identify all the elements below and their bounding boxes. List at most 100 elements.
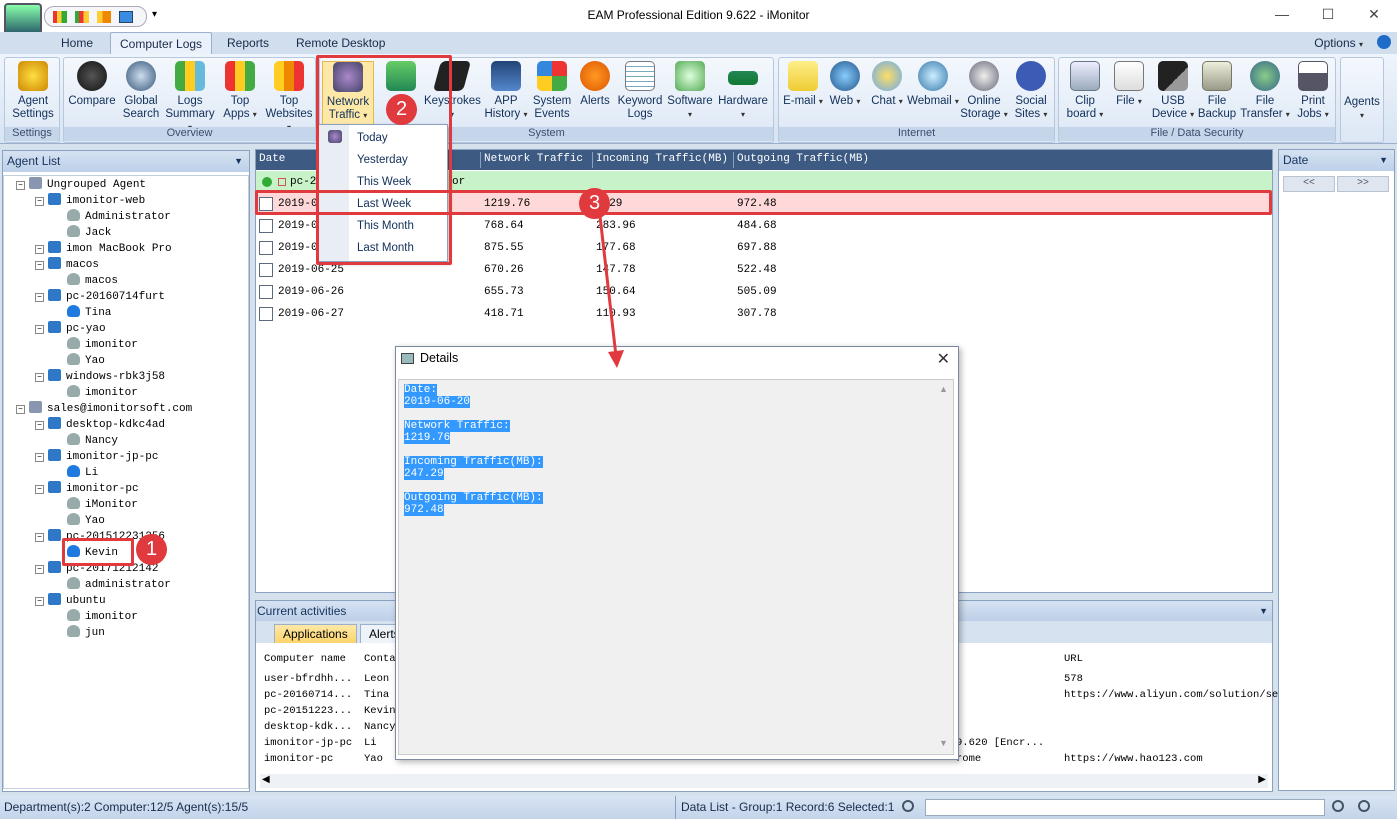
collapse-toggle-icon[interactable]: − bbox=[35, 485, 44, 494]
column-header-outgoing[interactable]: Outgoing Traffic(MB) bbox=[737, 153, 869, 165]
search-icon[interactable] bbox=[902, 800, 914, 812]
tree-item-group[interactable]: − sales@imonitorsoft.com bbox=[16, 401, 192, 417]
menu-item-this-month[interactable]: This Month bbox=[357, 220, 414, 232]
tree-item-user[interactable]: imonitor bbox=[67, 609, 138, 625]
compare-button[interactable]: Compare bbox=[67, 61, 117, 129]
system-events-button[interactable]: System Events bbox=[530, 61, 574, 129]
collapse-toggle-icon[interactable]: − bbox=[35, 261, 44, 270]
column-header-url[interactable]: URL bbox=[1064, 653, 1083, 665]
collapse-toggle-icon[interactable]: − bbox=[35, 597, 44, 606]
tree-item-user[interactable]: Yao bbox=[67, 513, 105, 529]
zoom-in-icon[interactable] bbox=[1332, 800, 1344, 812]
tree-item-userb[interactable]: Li bbox=[67, 465, 98, 481]
top-websites-button[interactable]: Top Websites ▾ bbox=[263, 61, 315, 132]
tree-item-pc[interactable]: − desktop-kdkc4ad bbox=[35, 417, 165, 433]
tab-computer-logs[interactable]: Computer Logs bbox=[110, 32, 213, 55]
collapse-toggle-icon[interactable]: − bbox=[35, 453, 44, 462]
tree-item-pc[interactable]: − imonitor-web bbox=[35, 193, 145, 209]
table-row[interactable]: 2019-06-27 418.71 110.93 307.78 bbox=[256, 303, 1272, 325]
collapse-toggle-icon[interactable]: − bbox=[35, 197, 44, 206]
table-row[interactable]: 2019-06-25 670.26 147.78 522.48 bbox=[256, 259, 1272, 281]
top-apps-button[interactable]: Top Apps ▾ bbox=[217, 61, 263, 129]
menu-item-this-week[interactable]: This Week bbox=[357, 176, 411, 188]
tree-item-pc[interactable]: − imonitor-jp-pc bbox=[35, 449, 158, 465]
print-jobs-button[interactable]: Print Jobs ▾ bbox=[1291, 61, 1335, 129]
global-search-button[interactable]: Global Search bbox=[119, 61, 163, 129]
tree-item-userb[interactable]: Kevin bbox=[67, 545, 118, 561]
keystrokes-button[interactable]: Keystrokes ▾ bbox=[424, 61, 481, 129]
menu-item-last-week[interactable]: Last Week bbox=[357, 198, 411, 210]
horizontal-scrollbar[interactable]: ◀ ▶ bbox=[260, 774, 1268, 788]
scroll-left-icon[interactable]: ◀ bbox=[262, 774, 270, 785]
column-header-network-traffic[interactable]: Network Traffic bbox=[484, 153, 583, 165]
collapse-toggle-icon[interactable]: − bbox=[35, 325, 44, 334]
tab-reports[interactable]: Reports bbox=[227, 36, 269, 50]
column-header-contact[interactable]: Conta bbox=[364, 653, 396, 665]
menu-item-today[interactable]: Today bbox=[357, 132, 388, 144]
tab-remote-desktop[interactable]: Remote Desktop bbox=[296, 36, 385, 50]
tree-item-pc[interactable]: − imonitor-pc bbox=[35, 481, 139, 497]
tree-item-user[interactable]: Yao bbox=[67, 353, 105, 369]
zoom-out-icon[interactable] bbox=[1358, 800, 1370, 812]
tree-item-pc[interactable]: − pc-yao bbox=[35, 321, 106, 337]
collapse-toggle-icon[interactable]: − bbox=[35, 421, 44, 430]
tree-item-pc[interactable]: − imon MacBook Pro bbox=[35, 241, 172, 257]
group-toggle-icon[interactable] bbox=[278, 178, 286, 186]
tree-item-user[interactable]: iMonitor bbox=[67, 497, 138, 513]
chat-button[interactable]: Chat ▾ bbox=[867, 61, 907, 129]
prev-date-button[interactable]: << bbox=[1283, 176, 1335, 192]
tree-item-pc[interactable]: − pc-20171212142 bbox=[35, 561, 158, 577]
collapse-toggle-icon[interactable]: − bbox=[35, 565, 44, 574]
tree-item-user[interactable]: macos bbox=[67, 273, 118, 289]
file-backup-button[interactable]: File Backup bbox=[1195, 61, 1239, 129]
tree-item-pc[interactable]: − pc-20160714furt bbox=[35, 289, 165, 305]
collapse-toggle-icon[interactable]: − bbox=[16, 181, 25, 190]
tree-item-user[interactable]: administrator bbox=[67, 577, 171, 593]
scroll-up-icon[interactable]: ▲ bbox=[939, 384, 948, 394]
scroll-down-icon[interactable]: ▼ bbox=[939, 738, 948, 748]
file-transfer-button[interactable]: File Transfer ▾ bbox=[1239, 61, 1291, 129]
logs-summary-button[interactable]: Logs Summary ▾ bbox=[165, 61, 215, 132]
scroll-right-icon[interactable]: ▶ bbox=[1258, 774, 1266, 785]
details-text-area[interactable]: Date: 2019-06-20 Network Traffic: 1219.7… bbox=[398, 379, 954, 755]
web-button[interactable]: Web ▾ bbox=[825, 61, 865, 129]
collapse-toggle-icon[interactable]: − bbox=[35, 245, 44, 254]
status-search-input[interactable] bbox=[925, 799, 1325, 816]
alerts-button[interactable]: Alerts bbox=[575, 61, 615, 129]
network-traffic-button[interactable]: Network Traffic ▾ bbox=[322, 61, 374, 129]
tree-item-user[interactable]: Nancy bbox=[67, 433, 118, 449]
collapse-toggle-icon[interactable]: − bbox=[35, 533, 44, 542]
collapse-toggle-icon[interactable]: − bbox=[35, 293, 44, 302]
column-header-computer-name[interactable]: Computer name bbox=[264, 653, 346, 665]
tree-item-user[interactable]: imonitor bbox=[67, 385, 138, 401]
social-sites-button[interactable]: Social Sites ▾ bbox=[1009, 61, 1053, 129]
options-menu[interactable]: Options ▾ bbox=[1314, 36, 1363, 50]
maximize-button[interactable]: ☐ bbox=[1318, 6, 1338, 26]
tab-applications[interactable]: Applications bbox=[274, 624, 357, 643]
tree-item-user[interactable]: imonitor bbox=[67, 337, 138, 353]
menu-item-last-month[interactable]: Last Month bbox=[357, 242, 414, 254]
file-button[interactable]: File ▾ bbox=[1109, 61, 1149, 129]
column-header-incoming[interactable]: Incoming Traffic(MB) bbox=[596, 153, 728, 165]
tree-item-pc[interactable]: − windows-rbk3j58 bbox=[35, 369, 165, 385]
menu-item-yesterday[interactable]: Yesterday bbox=[357, 154, 408, 166]
collapse-toggle-icon[interactable]: − bbox=[16, 405, 25, 414]
tree-item-user[interactable]: Jack bbox=[67, 225, 111, 241]
keyword-logs-button[interactable]: Keyword Logs bbox=[616, 61, 664, 129]
tree-item-pc[interactable]: − macos bbox=[35, 257, 99, 273]
chevron-down-icon[interactable]: ▼ bbox=[1379, 155, 1388, 165]
tree-item-user[interactable]: jun bbox=[67, 625, 105, 641]
help-icon[interactable] bbox=[1377, 35, 1391, 49]
hardware-button[interactable]: Hardware ▾ bbox=[716, 61, 770, 129]
clipboard-button[interactable]: Clip board ▾ bbox=[1063, 61, 1107, 129]
webmail-button[interactable]: Webmail ▾ bbox=[907, 61, 959, 129]
collapse-toggle-icon[interactable]: − bbox=[35, 373, 44, 382]
table-row[interactable]: 2019-06-26 655.73 150.64 505.09 bbox=[256, 281, 1272, 303]
agent-settings-button[interactable]: Agent Settings bbox=[7, 61, 59, 129]
tree-item-group[interactable]: − Ungrouped Agent bbox=[16, 177, 146, 193]
email-button[interactable]: E-mail ▾ bbox=[783, 61, 823, 129]
tree-item-pc[interactable]: − ubuntu bbox=[35, 593, 106, 609]
column-header-date[interactable]: Date bbox=[259, 153, 285, 165]
chevron-down-icon[interactable]: ▼ bbox=[234, 156, 243, 166]
close-icon[interactable]: ✕ bbox=[937, 349, 950, 369]
